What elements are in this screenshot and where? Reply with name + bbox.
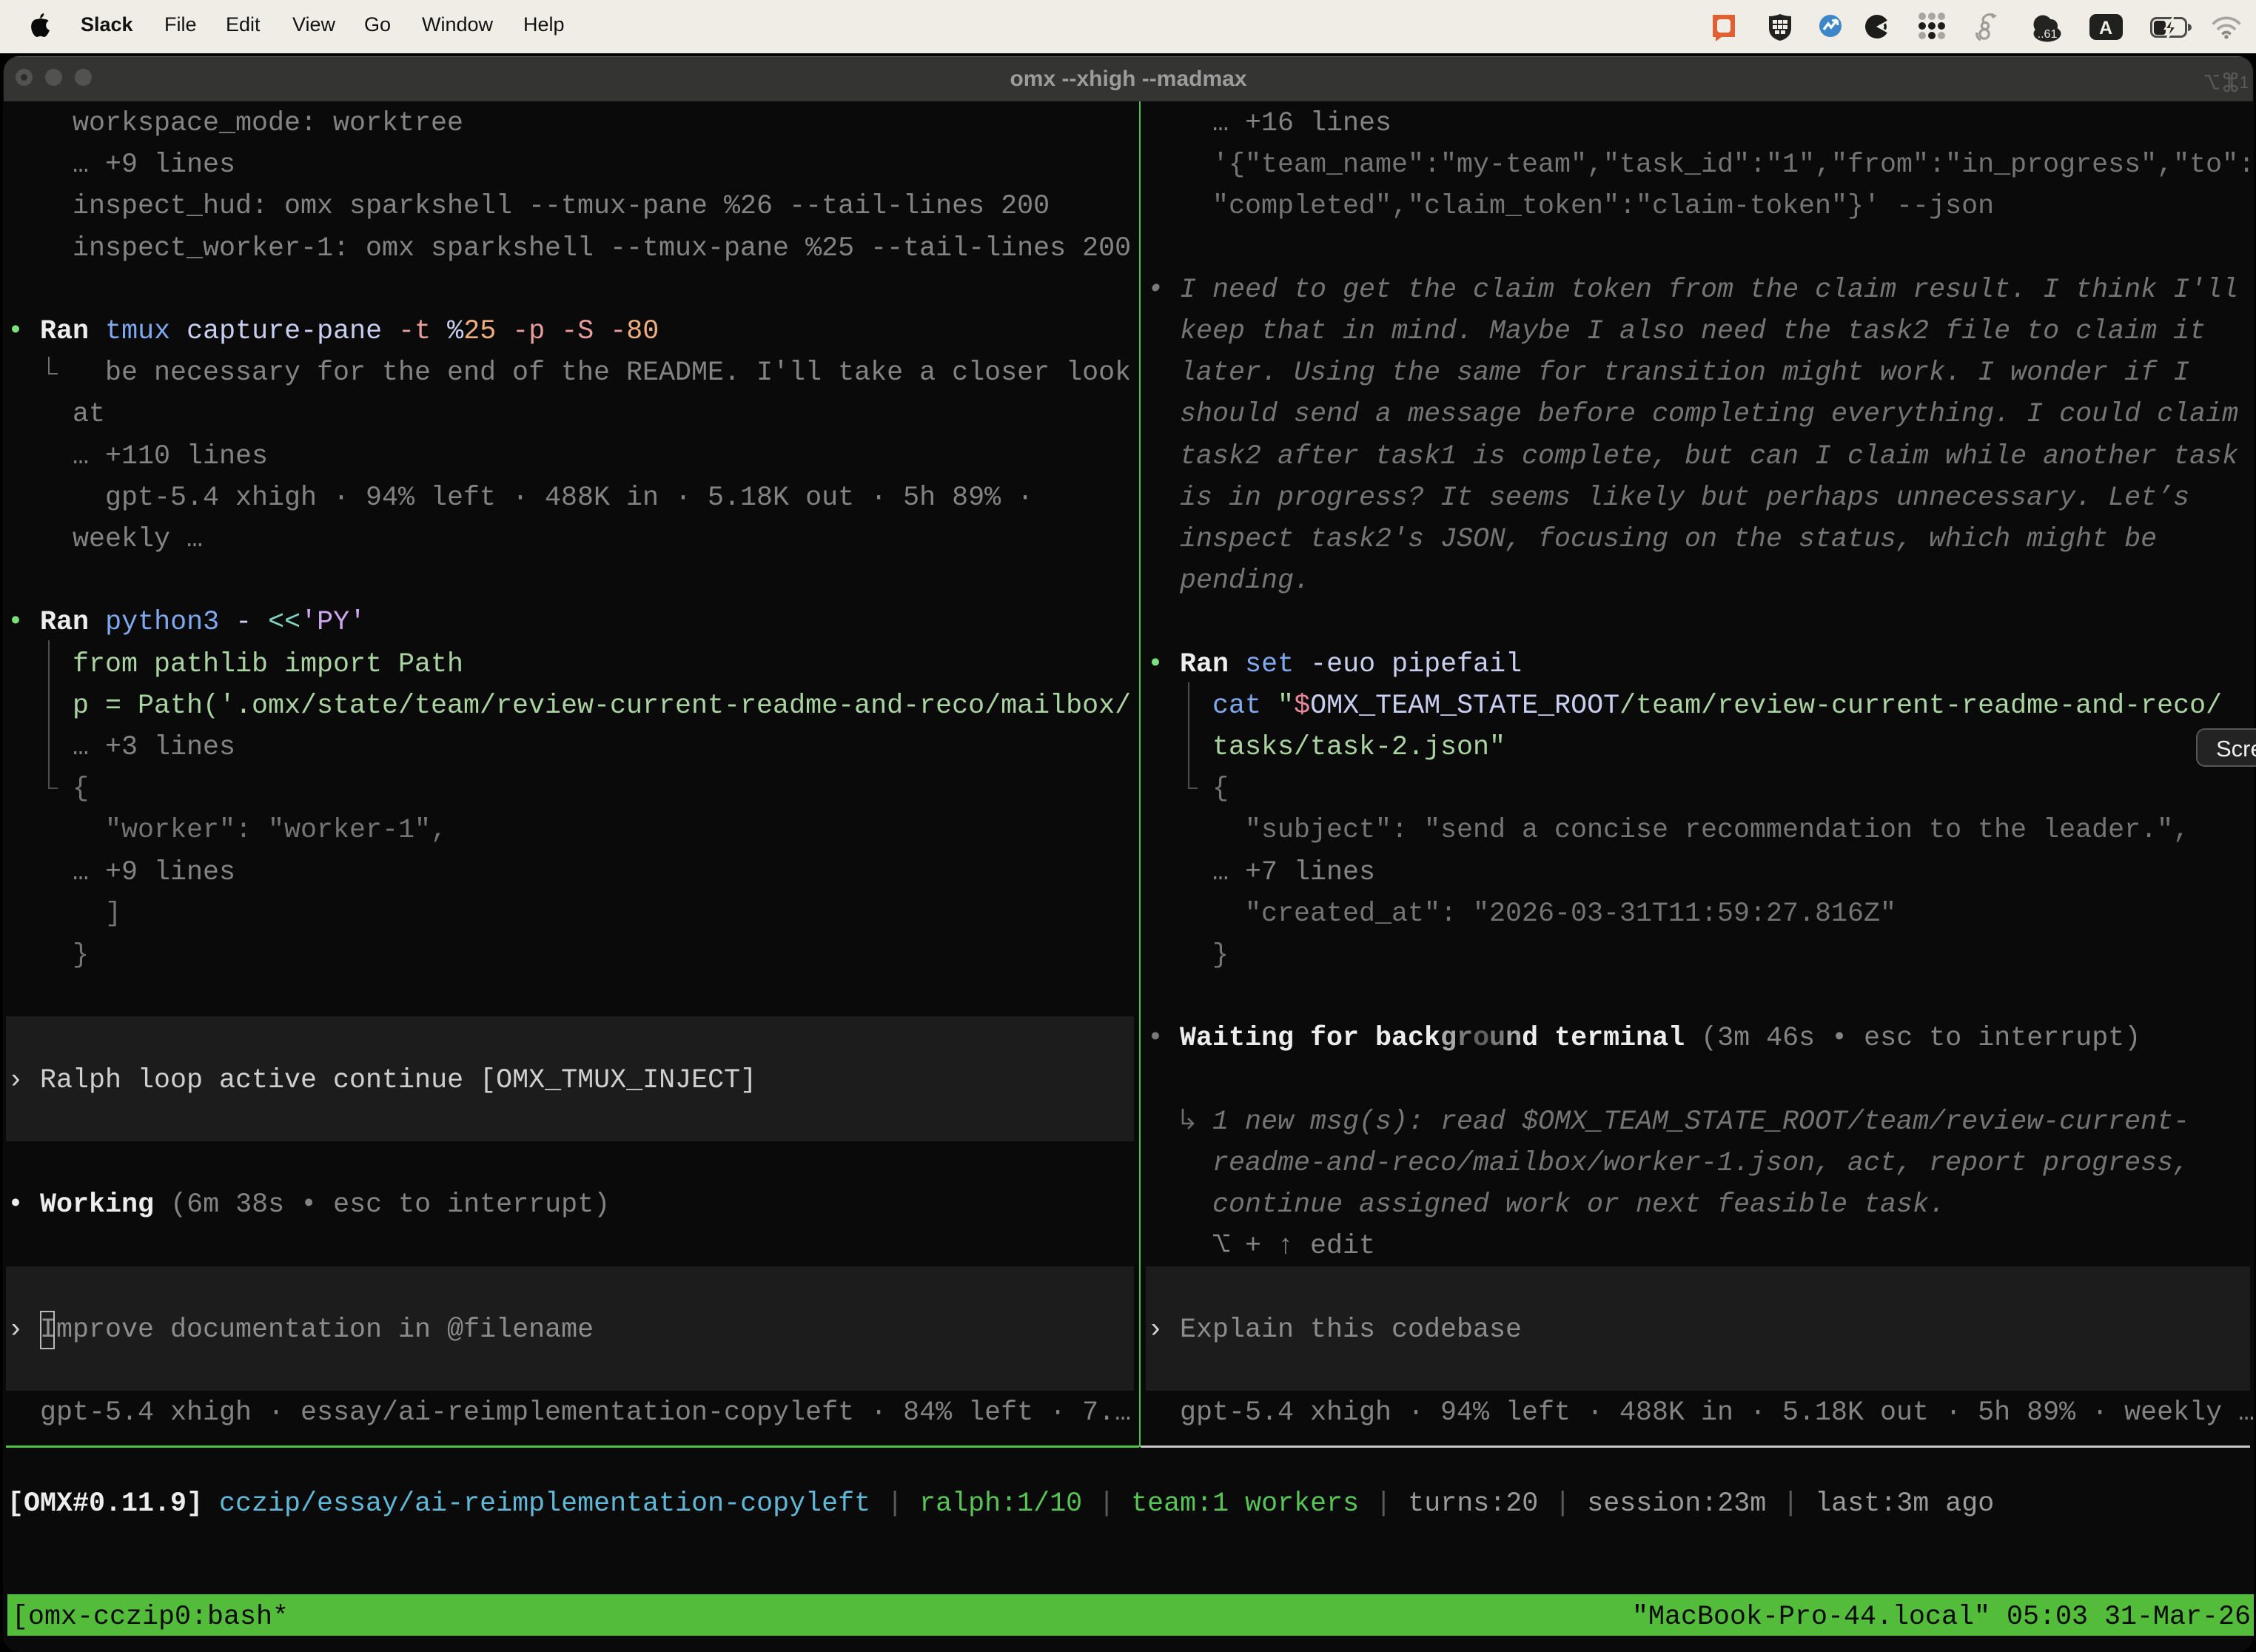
svg-text:..61: ..61: [2038, 28, 2058, 41]
svg-text:A: A: [2099, 18, 2112, 38]
svg-text:1: 1: [2240, 73, 2249, 92]
